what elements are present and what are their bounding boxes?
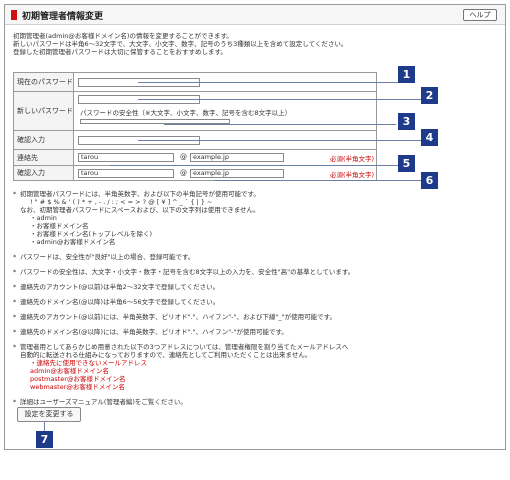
note-item: * 初期管理者パスワードには、半角英数字、および以下の半角記号が使用可能です。 …: [13, 190, 260, 246]
required-note: 必須(半角文字): [330, 171, 375, 179]
note-item: * 詳細はユーザーズマニュアル(管理者編)をご覧ください。: [13, 398, 187, 406]
title-marker-icon: [11, 10, 17, 20]
settings-panel: 初期管理者情報変更 ヘルプ 初期管理者(admin@お客様ドメイン名)の情報を変…: [4, 4, 506, 450]
callout-leader-2: [138, 99, 421, 100]
note-item: * 連絡先のアカウント(@以前)には、半角英数字、ピリオド"."、ハイフン"-"、…: [13, 313, 337, 321]
note-item: * 連絡先のドメイン名(@以降)は半角6〜56文字で登録してください。: [13, 298, 220, 306]
new-password-label: 新しいパスワード: [13, 91, 74, 131]
page-title: 初期管理者情報変更: [22, 12, 104, 22]
note-item: * パスワードの安全性は、大文字・小文字・数字・記号を含む8文字以上の入力を、安全…: [13, 268, 355, 276]
intro-line: 新しいパスワードは半角6〜32文字で、大文字、小文字、数字、記号のうち3種類以上…: [13, 40, 348, 48]
help-button[interactable]: ヘルプ: [463, 9, 497, 21]
current-password-label: 現在のパスワード: [13, 72, 74, 92]
callout-badge-3: 3: [398, 113, 415, 130]
callout-leader-6: [214, 180, 421, 181]
note-item: * 連絡先のアカウント(@以前)は半角2〜32文字で登録してください。: [13, 283, 220, 291]
contact-account-input[interactable]: tarou: [78, 153, 174, 162]
contact-domain-input[interactable]: example.jp: [190, 153, 284, 162]
submit-settings-button[interactable]: 設定を変更する: [17, 407, 81, 422]
callout-badge-7: 7: [36, 431, 53, 448]
at-sign: @: [180, 153, 187, 161]
contact-confirm-label: 確認入力: [13, 165, 74, 181]
callout-leader-4: [138, 140, 421, 141]
notes-section: * 初期管理者パスワードには、半角英数字、および以下の半角記号が使用可能です。 …: [13, 190, 499, 406]
note-item: * パスワードは、安全性が"良好"以上の場合、登録可能です。: [13, 253, 195, 261]
note-item: * 連絡先のドメイン名(@以降)には、半角英数字、ピリオド"."、ハイフン"-"が…: [13, 328, 288, 336]
contact-label: 連絡先: [13, 149, 74, 166]
note-item: * 管理者用としてあらかじめ用意された以下の3つアドレスについては、管理者権限を…: [13, 343, 349, 391]
at-sign: @: [180, 169, 187, 177]
contact-confirm-domain-input[interactable]: example.jp: [190, 169, 284, 178]
callout-badge-4: 4: [421, 129, 438, 146]
intro-line: 初期管理者(admin@お客様ドメイン名)の情報を変更することができます。: [13, 32, 233, 40]
callout-badge-2: 2: [421, 87, 438, 104]
intro-line: 登録した初期管理者パスワードは大切に保管することをおすすめします。: [13, 48, 227, 56]
intro-text: 初期管理者(admin@お客様ドメイン名)の情報を変更することができます。 新し…: [13, 32, 493, 56]
contact-confirm-account-input[interactable]: tarou: [78, 169, 174, 178]
callout-leader-3: [164, 124, 396, 125]
required-note: 必須(半角文字): [330, 155, 375, 163]
callout-badge-5: 5: [398, 155, 415, 172]
callout-badge-6: 6: [421, 172, 438, 189]
confirm-password-label: 確認入力: [13, 130, 74, 150]
callout-badge-1: 1: [398, 66, 415, 83]
callout-leader-5: [110, 165, 400, 166]
panel-header: 初期管理者情報変更 ヘルプ: [5, 5, 505, 25]
callout-leader-1: [138, 82, 400, 83]
password-strength-label: パスワードの安全性（※大文字、小文字、数字、記号を含む8文字以上）: [80, 109, 292, 117]
callout-leader-7: [44, 421, 45, 431]
